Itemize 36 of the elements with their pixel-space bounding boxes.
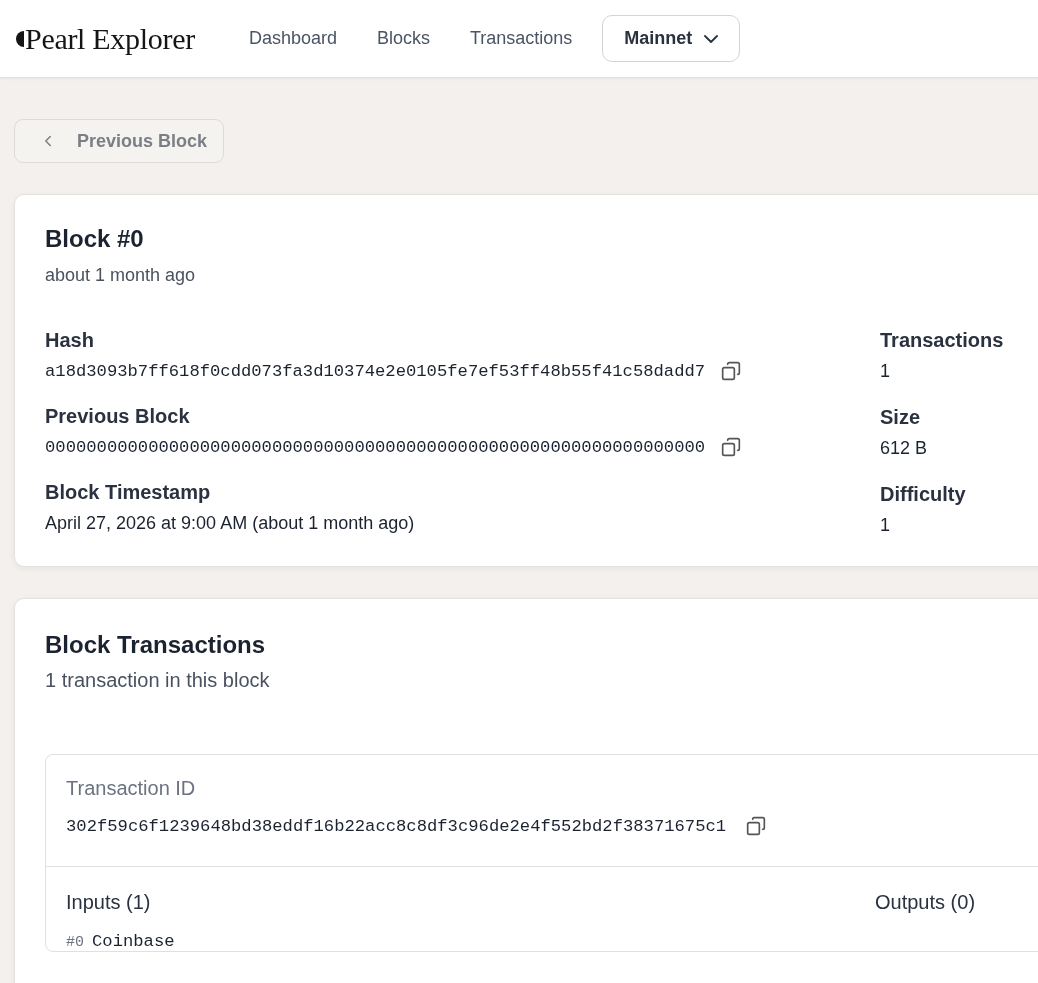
nav-link[interactable]: Blocks — [376, 28, 430, 49]
logo[interactable]: Pearl Explorer — [25, 21, 195, 56]
logo-icon — [14, 30, 24, 47]
block-age: about 1 month ago — [45, 265, 197, 286]
nav-link[interactable]: Transactions — [470, 28, 573, 49]
field-value: April 27, 2026 at 9:00 AM (about 1 month ago) — [45, 513, 415, 534]
field-value: 1 — [880, 361, 890, 382]
transaction-count: 1 transaction in this block — [45, 669, 271, 692]
outputs-label: Outputs (0) — [875, 891, 977, 915]
field-value: 1 — [880, 515, 890, 536]
copy-button[interactable] — [721, 437, 742, 457]
copy-icon — [721, 361, 742, 381]
hash-value: 0000000000000000000000000000000000000000000000000000000000000000 — [45, 437, 706, 457]
block-title: Block #0 — [45, 225, 145, 253]
transaction-id[interactable]: 302f59c6f1239648bd38eddf16b22acc8c8df3c96de2e4f552bd2f38371675c1 — [66, 816, 727, 836]
field-value: 612 B — [880, 438, 928, 459]
field-label: Previous Block — [45, 405, 191, 428]
copy-icon — [746, 816, 767, 836]
input-index: #0 — [66, 934, 84, 951]
field-label: Difficulty — [880, 483, 967, 506]
chevron-down-icon — [704, 34, 719, 43]
nav-link[interactable]: Dashboard — [248, 28, 337, 49]
field-label: Hash — [45, 329, 95, 352]
input-value: Coinbase — [92, 932, 175, 951]
field-label: Transactions — [880, 329, 1005, 352]
network-dropdown[interactable]: Mainnet — [602, 15, 741, 62]
copy-button[interactable] — [746, 816, 767, 836]
hash-value: a18d3093b7ff618f0cdd073fa3d10374e2e0105fe7ef53ff48b55f41c58dadd7 — [45, 361, 706, 381]
field-label: Size — [880, 406, 922, 429]
transaction-id-label: Transaction ID — [66, 777, 197, 800]
copy-button[interactable] — [721, 361, 742, 381]
inputs-label: Inputs (1) — [66, 891, 152, 914]
previous-block-button[interactable]: Previous Block — [14, 119, 224, 163]
copy-icon — [721, 437, 742, 457]
field-label: Block Timestamp — [45, 481, 212, 504]
section-title: Block Transactions — [45, 631, 267, 659]
